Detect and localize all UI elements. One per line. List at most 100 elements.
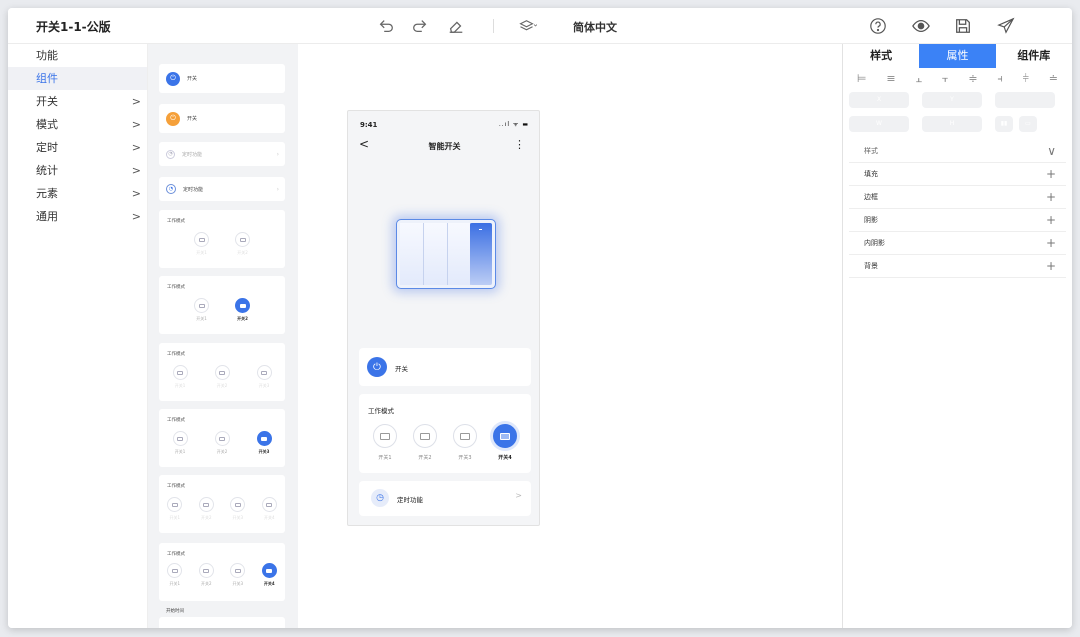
- timer-label: 定时功能: [397, 496, 423, 504]
- mode-option: 开关1: [172, 431, 188, 455]
- mode-option: 开关4: [261, 497, 277, 521]
- align-center-horizontal-icon[interactable]: ⫞: [997, 72, 1003, 90]
- mode-option-3[interactable]: 开关3: [453, 424, 477, 461]
- mode-option-4[interactable]: 开关4: [493, 424, 517, 461]
- document-title: 开关1-1-公版: [36, 20, 111, 34]
- nav-item-general[interactable]: 通用 >: [8, 205, 147, 228]
- style-section-header[interactable]: 样式 ∨: [849, 140, 1066, 163]
- h-field[interactable]: H: [922, 116, 982, 132]
- align-toolbar: ⊨ ≡ ⫠ ⫟ ≑ ⫞ ⫩ ≐: [843, 68, 1072, 90]
- eraser-icon[interactable]: [446, 16, 466, 36]
- mode-option-2[interactable]: 开关2: [413, 424, 437, 461]
- palette-mode-title: 工作模式: [167, 552, 185, 557]
- eye-icon[interactable]: [911, 16, 931, 36]
- power-icon[interactable]: ⏻: [367, 357, 387, 377]
- timer-card[interactable]: ◷ 定时功能 >: [359, 481, 531, 516]
- palette-timer-light[interactable]: ◔ 定时功能 ›: [159, 142, 285, 166]
- power-icon: ⏻: [166, 111, 180, 126]
- nav-item-components[interactable]: 组件: [8, 67, 147, 90]
- chevron-right-icon: ›: [276, 150, 279, 158]
- mode-option: 开关1: [194, 232, 209, 256]
- add-icon[interactable]: +: [1046, 186, 1056, 209]
- align-left-icon[interactable]: ⊨: [857, 72, 867, 90]
- clock-icon: ◔: [166, 149, 175, 159]
- panel-key: [448, 223, 471, 285]
- palette-switch-orange[interactable]: ⏻ 开关: [159, 104, 285, 133]
- mode-option: 开关2: [198, 563, 214, 587]
- distribute-vertical-icon[interactable]: ≐: [1049, 72, 1058, 90]
- palette-mode-2[interactable]: 工作模式 开关1 开关2: [159, 276, 285, 334]
- nav-item-switch[interactable]: 开关 >: [8, 90, 147, 113]
- distribute-horizontal-icon[interactable]: ⫩: [1023, 72, 1029, 90]
- add-icon[interactable]: +: [1046, 255, 1056, 278]
- mode-option-active: 开关4: [261, 563, 277, 587]
- mode-option-1[interactable]: 开关1: [373, 424, 397, 461]
- nav-label: 元素: [36, 187, 58, 200]
- palette-mode-title: 工作模式: [167, 285, 185, 290]
- palette-switch-blue[interactable]: ⏻ 开关: [159, 64, 285, 93]
- palette-mode-3[interactable]: 工作模式 开关1 开关2 开关3: [159, 409, 285, 467]
- work-mode-title: 工作模式: [368, 407, 394, 415]
- x-field[interactable]: X: [849, 92, 909, 108]
- save-icon[interactable]: [953, 16, 973, 36]
- palette-label: 开关: [187, 116, 198, 122]
- add-icon[interactable]: +: [1046, 163, 1056, 186]
- language-selector[interactable]: 简体中文: [573, 19, 617, 35]
- add-icon[interactable]: +: [1046, 209, 1056, 232]
- clock-icon: ◔: [166, 184, 176, 194]
- extra-field[interactable]: [995, 92, 1055, 108]
- palette-mode-4-light[interactable]: 工作模式 开关1 开关2 开关3 开关4: [159, 475, 285, 533]
- tab-style[interactable]: 样式: [843, 44, 919, 68]
- tab-component-library[interactable]: 组件库: [996, 44, 1072, 68]
- help-icon[interactable]: [868, 16, 888, 36]
- nav-item-stats[interactable]: 统计 >: [8, 159, 147, 182]
- tab-properties[interactable]: 属性: [919, 44, 996, 68]
- prop-shadow[interactable]: 阴影 +: [849, 209, 1066, 232]
- w-field[interactable]: W: [849, 116, 909, 132]
- palette-start-time[interactable]: [159, 617, 285, 628]
- nav-label: 组件: [36, 72, 58, 85]
- palette-mode-4[interactable]: 工作模式 开关1 开关2 开关3 开关4: [159, 543, 285, 601]
- prop-background[interactable]: 背景 +: [849, 255, 1066, 278]
- panel-key: [400, 223, 424, 285]
- send-icon[interactable]: [996, 16, 1016, 36]
- panel-key: [424, 223, 448, 285]
- align-right-icon[interactable]: ≡: [886, 72, 895, 90]
- palette-timer[interactable]: ◔ 定时功能 ›: [159, 177, 285, 201]
- properties-panel: 样式 属性 组件库 ⊨ ≡ ⫠ ⫟ ≑ ⫞ ⫩ ≐ X Y W H ▮▮ ▭ 样…: [842, 44, 1072, 628]
- prop-border[interactable]: 边框 +: [849, 186, 1066, 209]
- lock-ratio-button[interactable]: ▮▮: [995, 116, 1013, 132]
- y-field[interactable]: Y: [922, 92, 982, 108]
- clock-icon: ◷: [371, 489, 389, 507]
- top-toolbar: 开关1-1-公版 简体中文: [8, 8, 1072, 44]
- palette-start-time-label: 开始时间: [166, 609, 184, 614]
- switch-panel-graphic[interactable]: [396, 219, 496, 289]
- mode-option-active: 开关2: [235, 298, 250, 322]
- chevron-right-icon: ›: [276, 185, 279, 193]
- app-window: 开关1-1-公版 简体中文 功能 组件 开关 > 模式 > 定时 > 统计 > …: [8, 8, 1072, 628]
- component-palette: ⏻ 开关 ⏻ 开关 ◔ 定时功能 › ◔ 定时功能 › 工作模式 开关1 开关2 工作模式 …: [148, 44, 298, 628]
- palette-mode-3-light[interactable]: 工作模式 开关1 开关2 开关3: [159, 343, 285, 401]
- nav-item-mode[interactable]: 模式 >: [8, 113, 147, 136]
- power-icon: ⏻: [166, 71, 180, 86]
- align-top-icon[interactable]: ⫟: [942, 72, 949, 90]
- switch-card[interactable]: ⏻ 开关: [359, 348, 531, 386]
- add-icon[interactable]: +: [1046, 232, 1056, 255]
- nav-item-timer[interactable]: 定时 >: [8, 136, 147, 159]
- mode-option: 开关2: [214, 431, 230, 455]
- flip-button[interactable]: ▭: [1019, 116, 1037, 132]
- align-bottom-icon[interactable]: ⫠: [915, 72, 922, 90]
- prop-fill[interactable]: 填充 +: [849, 163, 1066, 186]
- palette-mode-2-light[interactable]: 工作模式 开关1 开关2: [159, 210, 285, 268]
- palette-mode-title: 工作模式: [167, 219, 185, 224]
- prop-inner-shadow[interactable]: 内阴影 +: [849, 232, 1066, 255]
- nav-item-elements[interactable]: 元素 >: [8, 182, 147, 205]
- redo-icon[interactable]: [410, 16, 430, 36]
- align-center-vertical-icon[interactable]: ≑: [968, 72, 977, 90]
- more-menu-icon[interactable]: ⋮: [514, 138, 525, 151]
- palette-mode-title: 工作模式: [167, 352, 185, 357]
- nav-item-functions[interactable]: 功能: [8, 44, 147, 67]
- layers-icon[interactable]: [515, 16, 541, 36]
- nav-label: 统计: [36, 164, 58, 177]
- undo-icon[interactable]: [376, 16, 396, 36]
